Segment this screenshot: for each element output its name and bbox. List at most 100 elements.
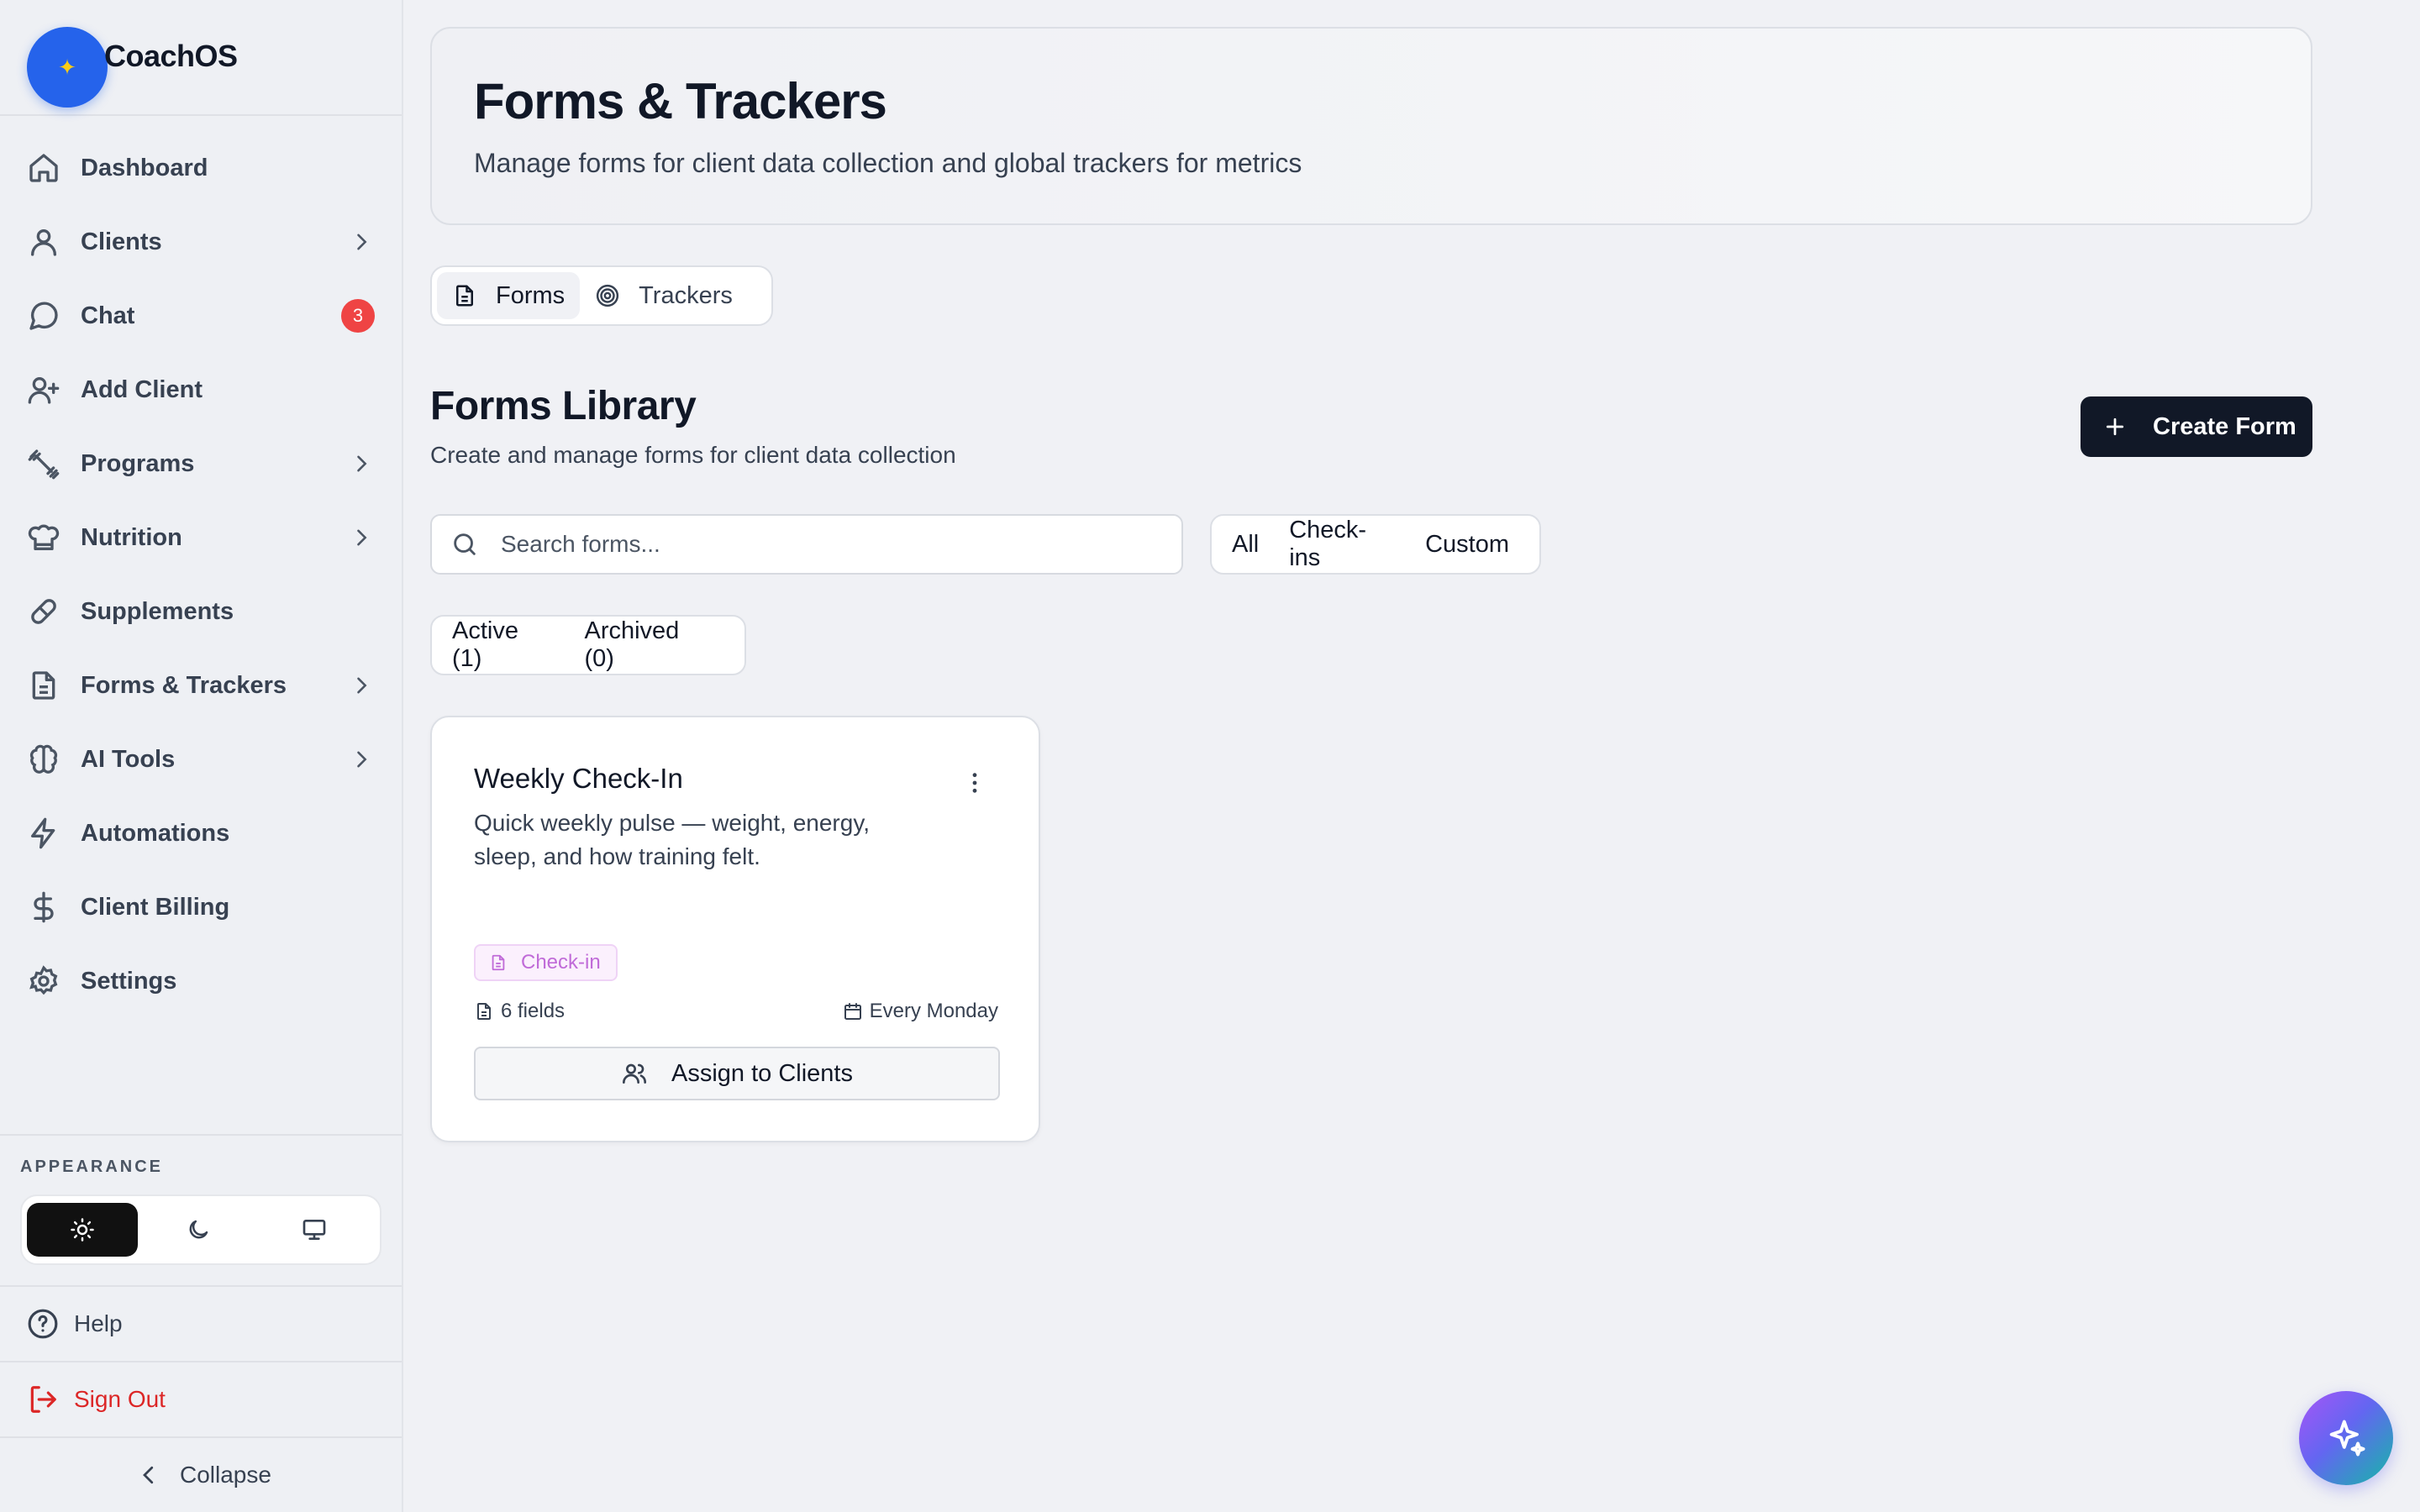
- calendar-icon: [843, 1001, 863, 1021]
- chevron-right-icon: [350, 230, 373, 254]
- sidebar-item-forms-trackers[interactable]: Forms & Trackers: [0, 648, 402, 722]
- dollar-icon: [27, 890, 60, 924]
- sidebar-item-add-client[interactable]: Add Client: [0, 353, 402, 427]
- sparkles-icon: [2324, 1416, 2368, 1460]
- plus-icon: [2102, 414, 2128, 439]
- chevron-right-icon: [350, 748, 373, 771]
- target-icon: [595, 283, 620, 308]
- sidebar-item-label: Dashboard: [81, 154, 208, 181]
- section-tabs: Forms Trackers: [430, 265, 773, 326]
- chevron-left-icon: [136, 1462, 161, 1488]
- sign-out-button[interactable]: Sign Out: [27, 1383, 166, 1416]
- divider: [0, 1134, 402, 1136]
- tab-archived[interactable]: Archived (0): [584, 617, 713, 673]
- search-icon: [450, 530, 479, 559]
- sidebar-item-label: Programs: [81, 449, 195, 477]
- chef-hat-icon: [27, 521, 60, 554]
- user-plus-icon: [27, 373, 60, 407]
- tab-active[interactable]: Active (1): [452, 617, 552, 673]
- more-vertical-icon[interactable]: [961, 769, 988, 796]
- chevron-right-icon: [350, 452, 373, 475]
- brain-icon: [27, 743, 60, 776]
- search-box: [430, 514, 1183, 575]
- sun-icon: [70, 1217, 95, 1242]
- filter-all[interactable]: All: [1232, 531, 1259, 559]
- tab-label: Forms: [496, 281, 566, 309]
- chevron-right-icon: [350, 526, 373, 549]
- page-title: Forms & Trackers: [474, 73, 887, 129]
- sidebar-item-chat[interactable]: Chat 3: [0, 279, 402, 353]
- sidebar-item-supplements[interactable]: Supplements: [0, 575, 402, 648]
- brand-name: CoachOS: [104, 39, 238, 73]
- sign-out-label: Sign Out: [74, 1386, 166, 1412]
- log-out-icon: [27, 1383, 59, 1415]
- dumbbell-icon: [27, 447, 60, 480]
- sidebar-item-label: Forms & Trackers: [81, 671, 287, 699]
- lightning-bolt-icon: [27, 816, 60, 850]
- filter-custom[interactable]: Custom: [1425, 531, 1509, 559]
- sidebar-item-clients[interactable]: Clients: [0, 205, 402, 279]
- theme-light-button[interactable]: [27, 1203, 138, 1257]
- tab-forms[interactable]: Forms: [437, 272, 581, 319]
- sidebar-item-ai-tools[interactable]: AI Tools: [0, 722, 402, 796]
- sidebar-item-settings[interactable]: Settings: [0, 944, 402, 1018]
- filter-checkins[interactable]: Check-ins: [1289, 517, 1395, 572]
- sidebar-item-label: Settings: [81, 967, 177, 995]
- theme-dark-button[interactable]: [143, 1203, 254, 1257]
- document-icon: [27, 669, 60, 702]
- form-description: Quick weekly pulse — weight, energy, sle…: [474, 810, 871, 869]
- document-icon: [474, 1001, 494, 1021]
- sidebar-item-nutrition[interactable]: Nutrition: [0, 501, 402, 575]
- section-subtitle: Create and manage forms for client data …: [430, 442, 956, 468]
- help-circle-icon: [27, 1308, 59, 1340]
- collapse-label: Collapse: [180, 1462, 271, 1488]
- sidebar: ✦ CoachOS Dashboard Clients Chat 3 Add C…: [0, 0, 403, 1512]
- appearance-label: APPEARANCE: [20, 1158, 164, 1176]
- gear-icon: [27, 964, 60, 998]
- help-link[interactable]: Help: [27, 1307, 123, 1341]
- sidebar-nav: Dashboard Clients Chat 3 Add Client Prog…: [0, 131, 402, 1018]
- sidebar-item-client-billing[interactable]: Client Billing: [0, 870, 402, 944]
- moon-icon: [186, 1217, 211, 1242]
- page-subtitle: Manage forms for client data collection …: [474, 148, 1302, 178]
- theme-toggle: [20, 1194, 381, 1265]
- theme-system-button[interactable]: [259, 1203, 370, 1257]
- sidebar-item-label: Clients: [81, 228, 162, 255]
- status-tabs: Active (1) Archived (0): [430, 615, 746, 675]
- badge-label: Check-in: [521, 951, 601, 974]
- sidebar-item-label: Automations: [81, 819, 230, 847]
- form-card[interactable]: Weekly Check-In Quick weekly pulse — wei…: [430, 716, 1040, 1142]
- type-filter: All Check-ins Custom: [1210, 514, 1541, 575]
- tab-label: Trackers: [639, 281, 733, 309]
- document-icon: [489, 953, 508, 972]
- brand-logo[interactable]: ✦: [27, 27, 108, 108]
- tab-trackers[interactable]: Trackers: [580, 272, 748, 319]
- search-input[interactable]: [501, 531, 1156, 558]
- users-icon: [621, 1060, 648, 1087]
- section-title: Forms Library: [430, 384, 697, 428]
- sidebar-item-label: Client Billing: [81, 893, 230, 921]
- sidebar-item-label: AI Tools: [81, 745, 176, 773]
- sidebar-item-programs[interactable]: Programs: [0, 427, 402, 501]
- assign-to-clients-button[interactable]: Assign to Clients: [474, 1047, 1000, 1100]
- monitor-icon: [301, 1216, 328, 1243]
- pill-icon: [27, 595, 60, 628]
- sidebar-item-automations[interactable]: Automations: [0, 796, 402, 870]
- help-label: Help: [74, 1310, 123, 1336]
- page-header: Forms & Trackers Manage forms for client…: [430, 27, 2312, 225]
- create-form-label: Create Form: [2153, 412, 2296, 440]
- ai-assistant-button[interactable]: [2299, 1391, 2393, 1485]
- assign-label: Assign to Clients: [671, 1059, 853, 1087]
- user-icon: [27, 225, 60, 259]
- brand: ✦ CoachOS: [0, 0, 402, 116]
- collapse-sidebar-button[interactable]: Collapse: [136, 1458, 271, 1492]
- sidebar-item-label: Chat: [81, 302, 135, 329]
- create-form-button[interactable]: Create Form: [2081, 396, 2312, 457]
- field-count: 6 fields: [474, 1000, 565, 1023]
- form-title: Weekly Check-In: [474, 763, 683, 794]
- divider: [0, 1436, 402, 1438]
- schedule: Every Monday: [843, 1000, 998, 1023]
- sidebar-item-dashboard[interactable]: Dashboard: [0, 131, 402, 205]
- document-icon: [452, 283, 477, 308]
- chevron-right-icon: [350, 674, 373, 697]
